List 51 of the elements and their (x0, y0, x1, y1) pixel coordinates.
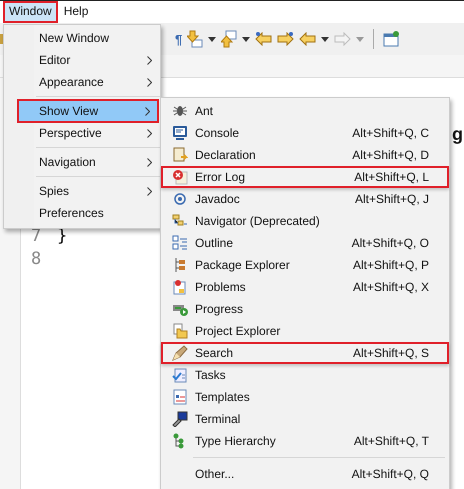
line-number: 8 (31, 248, 42, 268)
outline-icon (172, 235, 188, 251)
problems-icon (172, 279, 188, 295)
menu-item[interactable]: Other... Alt+Shift+Q, Q (161, 463, 449, 485)
templates-icon (172, 389, 188, 405)
menu-item[interactable]: Terminal (161, 408, 449, 430)
folder-icon (172, 323, 188, 339)
code-text: g (452, 125, 463, 145)
menu-item[interactable]: Progress (161, 298, 449, 320)
menu-item[interactable]: Navigator (Deprecated) (161, 210, 449, 232)
menu-item[interactable]: Error Log Alt+Shift+Q, L (161, 166, 449, 188)
menu-item[interactable]: Search Alt+Shift+Q, S (161, 342, 449, 364)
pilcrow-icon[interactable]: ¶ (175, 32, 182, 46)
down-arrow-icon[interactable] (187, 30, 204, 48)
menu-item[interactable]: Package Explorer Alt+Shift+Q, P (161, 254, 449, 276)
menu-item[interactable]: Ant (161, 100, 449, 122)
menu-item[interactable]: Project Explorer (161, 320, 449, 342)
menu-item[interactable]: Templates (161, 386, 449, 408)
menu-item[interactable]: Declaration Alt+Shift+Q, D (161, 144, 449, 166)
menu-item[interactable]: Problems Alt+Shift+Q, X (161, 276, 449, 298)
caret-icon[interactable] (321, 36, 330, 42)
menu-item[interactable]: Perspective (4, 122, 160, 144)
menu-item[interactable]: Console Alt+Shift+Q, C (161, 122, 449, 144)
caret-icon[interactable] (208, 36, 216, 42)
caret-icon[interactable] (242, 36, 250, 42)
menu-item[interactable]: Editor (4, 49, 160, 71)
terminal-icon (172, 411, 188, 427)
menu-item[interactable]: Show View (18, 100, 158, 122)
menu-item[interactable]: Javadoc Alt+Shift+Q, J (161, 188, 449, 210)
menu-item[interactable]: Type Hierarchy Alt+Shift+Q, T (161, 430, 449, 452)
menu-item[interactable]: Preferences (4, 202, 160, 224)
up-arrow-icon[interactable] (221, 30, 238, 48)
console-icon (172, 125, 188, 141)
menu-item[interactable]: Spies (4, 180, 160, 202)
error-log-icon (172, 169, 188, 185)
ant-icon (172, 103, 188, 119)
window-icon[interactable] (383, 31, 400, 47)
tasks-icon (172, 367, 188, 383)
menu-item[interactable]: Navigation (4, 151, 160, 173)
pen-icon (172, 345, 188, 361)
menu-item[interactable]: Tasks (161, 364, 449, 386)
declaration-icon (172, 147, 188, 163)
back-arrow-icon[interactable] (299, 32, 316, 46)
menu-item[interactable]: Outline Alt+Shift+Q, O (161, 232, 449, 254)
forward-arrow-icon[interactable] (277, 32, 294, 46)
back-arrow-icon[interactable] (255, 32, 272, 46)
menu-item[interactable]: New Window (4, 27, 160, 49)
menu-title[interactable]: Window (3, 1, 58, 23)
menu-item[interactable]: Appearance (4, 71, 160, 93)
javadoc-icon (172, 191, 188, 207)
menu-title[interactable]: Help (58, 1, 94, 23)
